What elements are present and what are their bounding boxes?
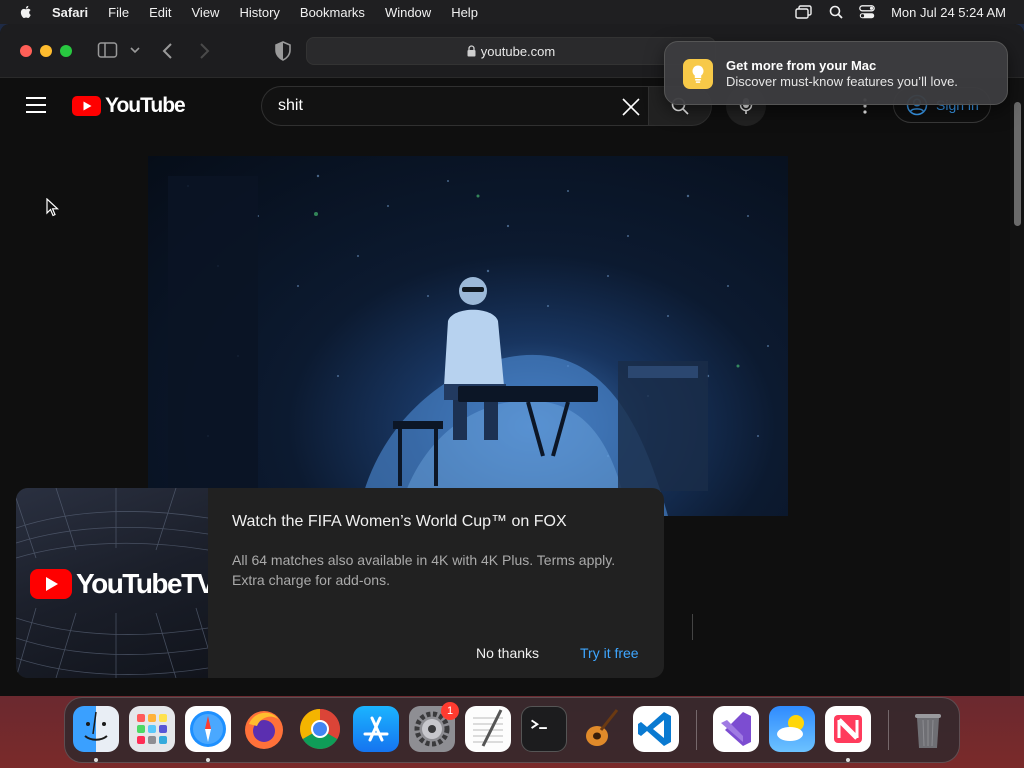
try-it-free-button[interactable]: Try it free xyxy=(580,645,639,661)
menu-clock[interactable]: Mon Jul 24 5:24 AM xyxy=(891,5,1006,20)
menu-bookmarks[interactable]: Bookmarks xyxy=(300,5,365,20)
dock: 1 xyxy=(64,697,960,763)
dock-safari-icon[interactable] xyxy=(185,706,231,752)
menu-window[interactable]: Window xyxy=(385,5,431,20)
settings-notification-badge: 1 xyxy=(441,702,459,720)
apple-menu-icon[interactable] xyxy=(18,4,34,20)
menu-view[interactable]: View xyxy=(192,5,220,20)
control-center-icon[interactable] xyxy=(859,5,875,19)
tab-group-chevron-down-icon[interactable] xyxy=(129,42,141,63)
video-player[interactable] xyxy=(148,156,788,516)
youtube-tv-wordmark: YouTubeTV xyxy=(76,568,208,599)
menu-file[interactable]: File xyxy=(108,5,129,20)
back-arrow-icon[interactable] xyxy=(160,41,176,66)
dock-vscode-icon[interactable] xyxy=(633,706,679,752)
video-frame-image xyxy=(168,174,769,516)
promo-description: All 64 matches also available in 4K with… xyxy=(232,552,616,588)
menu-app-name[interactable]: Safari xyxy=(52,5,88,20)
dock-terminal-icon[interactable] xyxy=(521,706,567,752)
youtube-wordmark: YouTube xyxy=(105,94,186,117)
dock-app-store-icon[interactable] xyxy=(353,706,399,752)
tips-lightbulb-icon xyxy=(683,59,713,89)
clear-search-icon[interactable] xyxy=(621,97,641,122)
address-bar[interactable]: youtube.com xyxy=(306,37,716,65)
dock-news-icon[interactable] xyxy=(825,706,871,752)
search-input[interactable] xyxy=(278,97,608,115)
spotlight-search-icon[interactable] xyxy=(829,5,843,19)
youtube-tv-promo-dialog: YouTubeTV Watch the FIFA Women’s World C… xyxy=(16,488,664,678)
macos-notification[interactable]: Get more from your Mac Discover must-kno… xyxy=(664,41,1008,105)
menu-history[interactable]: History xyxy=(239,5,279,20)
promo-title: Watch the FIFA Women’s World Cup™ on FOX xyxy=(232,513,567,530)
dock-separator xyxy=(696,710,697,750)
search-box[interactable] xyxy=(261,86,649,126)
dock-weather-icon[interactable] xyxy=(769,706,815,752)
notification-title: Get more from your Mac xyxy=(726,58,877,73)
dock-separator xyxy=(888,710,889,750)
dock-running-indicator xyxy=(94,758,98,762)
youtube-logo[interactable]: YouTube xyxy=(72,94,186,118)
screen-mirroring-icon[interactable] xyxy=(795,5,813,19)
dock-firefox-icon[interactable] xyxy=(241,706,287,752)
dock-textedit-icon[interactable] xyxy=(465,706,511,752)
dock-garageband-icon[interactable] xyxy=(577,706,623,752)
dock-visual-studio-icon[interactable] xyxy=(713,706,759,752)
youtube-tv-promo-image: YouTubeTV xyxy=(16,488,208,678)
no-thanks-button[interactable]: No thanks xyxy=(476,645,539,661)
youtube-tv-play-icon xyxy=(30,569,72,599)
close-window-button[interactable] xyxy=(20,45,32,57)
mouse-cursor-icon xyxy=(46,198,60,217)
dock-launchpad-icon[interactable] xyxy=(129,706,175,752)
zoom-window-button[interactable] xyxy=(60,45,72,57)
menu-bar: Safari File Edit View History Bookmarks … xyxy=(0,0,1024,24)
youtube-play-logo-icon xyxy=(72,96,101,116)
dock-finder-icon[interactable] xyxy=(73,706,119,752)
menu-help[interactable]: Help xyxy=(451,5,478,20)
page-scrollbar-thumb[interactable] xyxy=(1014,102,1021,226)
youtube-tv-logo: YouTubeTV xyxy=(30,568,208,600)
dock-running-indicator xyxy=(206,758,210,762)
page-scrollbar[interactable] xyxy=(1010,78,1024,696)
hamburger-menu-icon[interactable] xyxy=(26,97,46,113)
safari-window: youtube.com YouTube shit Sign in YouTube… xyxy=(0,24,1024,696)
minimize-window-button[interactable] xyxy=(40,45,52,57)
youtube-page: YouTube Sign in xyxy=(0,78,1024,696)
privacy-shield-icon[interactable] xyxy=(274,41,292,66)
forward-arrow-icon[interactable] xyxy=(196,41,212,66)
dock-chrome-icon[interactable] xyxy=(297,706,343,752)
notification-body: Discover must-know features you’ll love. xyxy=(726,74,958,89)
dock-running-indicator xyxy=(846,758,850,762)
lock-icon xyxy=(467,45,476,57)
menu-edit[interactable]: Edit xyxy=(149,5,171,20)
address-bar-url: youtube.com xyxy=(480,43,556,59)
divider xyxy=(692,614,693,640)
sidebar-toggle-icon[interactable] xyxy=(97,40,119,65)
dock-trash-icon[interactable] xyxy=(905,706,951,752)
